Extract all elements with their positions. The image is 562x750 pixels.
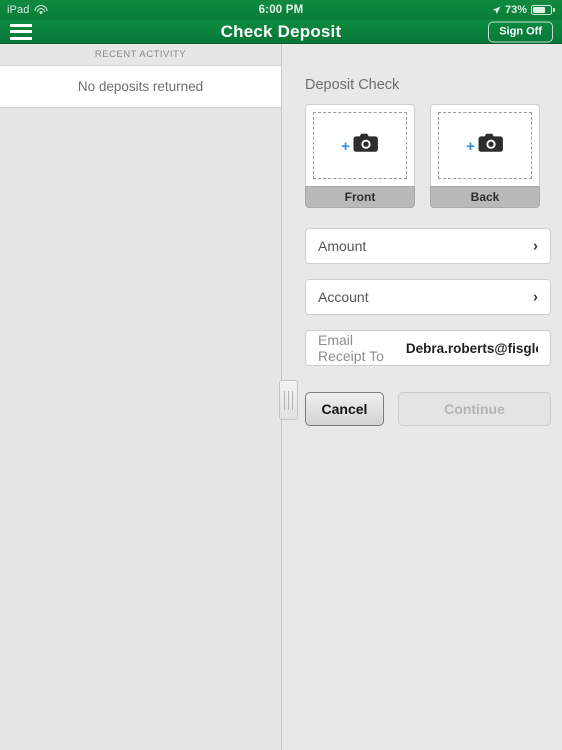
app-root: iPad 6:00 PM 73% Check Deposit Sign Off … [0, 0, 562, 750]
capture-back-label: Back [430, 186, 540, 208]
capture-front-dashed-area: + [313, 112, 407, 179]
capture-front[interactable]: + Front [305, 104, 415, 208]
status-bar-time: 6:00 PM [258, 4, 304, 16]
navigation-bar: Check Deposit Sign Off [0, 20, 562, 44]
action-button-row: Cancel Continue [305, 392, 551, 426]
capture-back[interactable]: + Back [430, 104, 540, 208]
camera-icon [353, 133, 379, 158]
chevron-right-icon: › [533, 237, 538, 255]
account-label: Account [318, 289, 369, 305]
email-receipt-field[interactable]: Email Receipt To Debra.roberts@fisgloba… [305, 330, 551, 366]
capture-front-label: Front [305, 186, 415, 208]
camera-icon [478, 133, 504, 158]
account-field[interactable]: Account › [305, 279, 551, 315]
plus-icon: + [341, 137, 350, 155]
email-receipt-label: Email Receipt To [318, 332, 384, 364]
sign-off-button[interactable]: Sign Off [488, 21, 553, 42]
split-view-drag-handle[interactable] [279, 380, 298, 420]
cancel-button[interactable]: Cancel [305, 392, 384, 426]
chevron-right-icon: › [533, 288, 538, 306]
deposit-check-title: Deposit Check [305, 77, 400, 93]
deposit-check-panel: Deposit Check + Front + Back Amount › Ac… [283, 44, 562, 750]
continue-button: Continue [398, 392, 551, 426]
check-capture-row: + Front + Back [305, 104, 562, 208]
recent-activity-header: RECENT ACTIVITY [0, 44, 281, 65]
amount-field[interactable]: Amount › [305, 228, 551, 264]
amount-label: Amount [318, 238, 367, 254]
status-bar: iPad 6:00 PM 73% [0, 0, 562, 20]
email-receipt-value: Debra.roberts@fisgloba… [405, 340, 538, 356]
recent-activity-panel: RECENT ACTIVITY No deposits returned [0, 44, 282, 750]
capture-back-frame[interactable]: + [430, 104, 540, 186]
page-title: Check Deposit [220, 21, 342, 41]
recent-activity-empty-row: No deposits returned [0, 65, 281, 108]
empty-message: No deposits returned [77, 79, 204, 94]
capture-front-frame[interactable]: + [305, 104, 415, 186]
capture-back-dashed-area: + [438, 112, 532, 179]
plus-icon: + [466, 137, 475, 155]
